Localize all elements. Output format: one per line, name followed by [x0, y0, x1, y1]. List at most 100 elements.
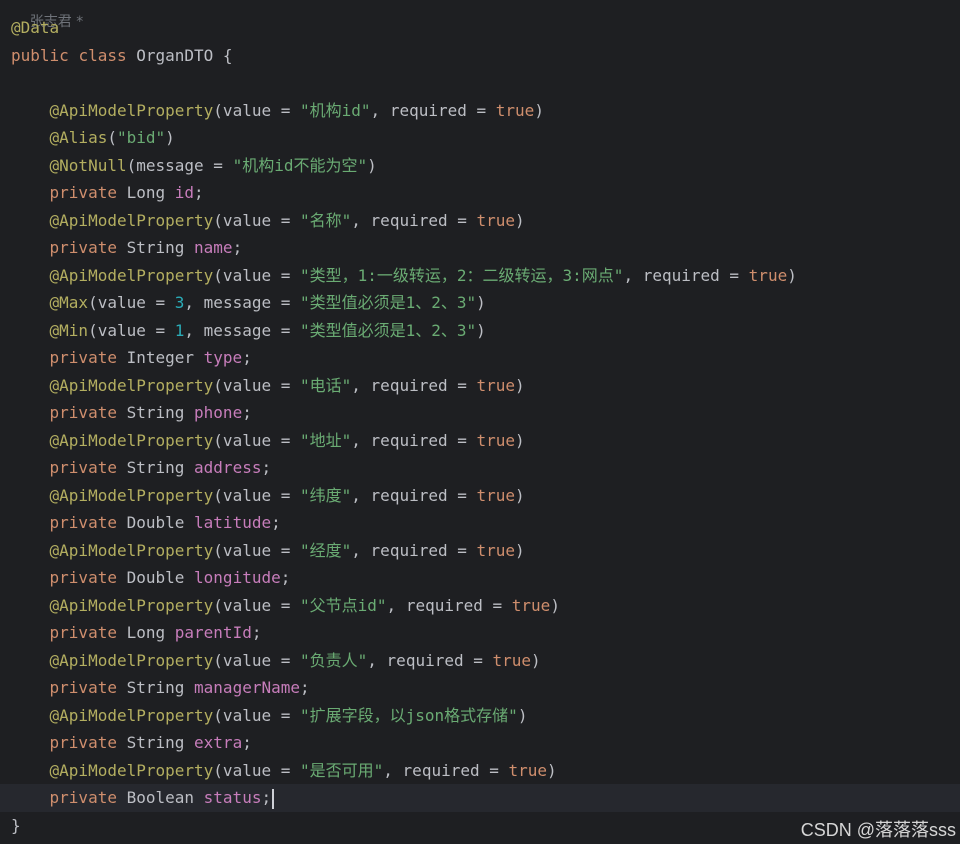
code-token-kw: private — [49, 678, 127, 697]
code-token-ann: @Min — [49, 320, 89, 340]
code-line[interactable]: private Long id; — [0, 179, 960, 207]
code-token-plain: ) — [515, 375, 525, 395]
code-line[interactable]: @ApiModelProperty(value = "是否可用", requir… — [0, 757, 960, 785]
code-editor[interactable]: 张志君 * @Data public class OrganDTO { @ApiM… — [0, 0, 960, 844]
code-token-plain: Long — [126, 623, 175, 642]
code-token-field: type — [203, 348, 243, 367]
code-line[interactable]: private Double latitude; — [0, 509, 960, 537]
code-token-plain: , required = — [623, 265, 749, 285]
code-token-kw: private — [49, 513, 127, 532]
code-token-str: "负责人" — [300, 650, 368, 670]
code-token-plain: Long — [126, 183, 175, 202]
code-line[interactable] — [0, 69, 960, 97]
code-token-plain: , required = — [370, 100, 496, 120]
code-line[interactable]: @ApiModelProperty(value = "机构id", requir… — [0, 97, 960, 125]
code-token-plain: String — [126, 458, 195, 477]
code-line[interactable]: private String managerName; — [0, 674, 960, 702]
code-token-field: address — [194, 458, 262, 477]
code-line[interactable]: private String name; — [0, 234, 960, 262]
code-token-str: "经度" — [300, 540, 352, 560]
code-line[interactable]: private Boolean status; — [0, 784, 960, 812]
code-line[interactable]: private Double longitude; — [0, 564, 960, 592]
code-token-kw: true — [476, 210, 516, 230]
code-token-field: status — [203, 788, 262, 807]
code-line[interactable]: @ApiModelProperty(value = "名称", required… — [0, 207, 960, 235]
code-token-plain: , message = — [184, 293, 300, 312]
code-token-ann: @ApiModelProperty — [49, 265, 214, 285]
code-line[interactable]: @ApiModelProperty(value = "父节点id", requi… — [0, 592, 960, 620]
code-token-plain: ; — [251, 623, 262, 642]
code-token-plain: ) — [517, 705, 528, 725]
code-line[interactable]: @Alias("bid") — [0, 124, 960, 152]
code-token-plain: ; — [271, 513, 281, 532]
code-token-plain: ) — [531, 650, 541, 670]
code-token-str: "地址" — [300, 430, 352, 450]
code-token-num: 1 — [174, 320, 185, 340]
code-token-str: "类型值必须是1、2、3" — [300, 320, 477, 340]
code-token-ann: @ApiModelProperty — [49, 705, 214, 725]
code-token-plain: ) — [515, 540, 525, 560]
code-token-kw: private — [49, 238, 127, 257]
code-line[interactable]: @ApiModelProperty(value = "扩展字段，以json格式存… — [0, 702, 960, 730]
code-token-str: "机构id" — [300, 100, 371, 120]
code-token-plain: (value = — [213, 540, 300, 560]
code-token-str: "名称" — [300, 210, 352, 230]
code-token-plain: String — [126, 403, 195, 422]
code-token-ann: @ApiModelProperty — [49, 485, 214, 505]
code-token-kw: private — [49, 458, 127, 477]
code-token-kw: true — [508, 760, 548, 780]
code-token-str: "类型值必须是1、2、3" — [300, 293, 477, 312]
code-token-plain: , required = — [351, 375, 477, 395]
code-token-kw: private — [49, 788, 127, 807]
code-token-plain: (value = — [213, 430, 300, 450]
code-line[interactable]: private Long parentId; — [0, 619, 960, 647]
code-token-str: "机构id不能为空" — [232, 155, 368, 175]
code-token-field: id — [174, 183, 195, 202]
code-token-ann: @ApiModelProperty — [49, 760, 214, 780]
code-line[interactable]: @ApiModelProperty(value = "负责人", require… — [0, 647, 960, 675]
code-token-ann: @Data — [11, 18, 60, 37]
code-token-plain: (value = — [213, 650, 300, 670]
code-token-plain: ) — [476, 293, 486, 312]
code-token-str: "是否可用" — [300, 760, 384, 780]
code-line[interactable]: private Integer type; — [0, 344, 960, 372]
code-token-ann: @ApiModelProperty — [49, 595, 214, 615]
code-token-plain: ; — [242, 348, 252, 367]
code-line[interactable]: @Max(value = 3, message = "类型值必须是1、2、3") — [0, 289, 960, 317]
code-token-plain: , required = — [351, 540, 477, 560]
code-line[interactable]: @ApiModelProperty(value = "纬度", required… — [0, 482, 960, 510]
code-line[interactable]: @ApiModelProperty(value = "经度", required… — [0, 537, 960, 565]
watermark: CSDN @落落落sss — [800, 820, 956, 840]
code-token-kw: true — [748, 265, 788, 285]
code-line[interactable]: private String extra; — [0, 729, 960, 757]
code-line[interactable]: public class OrganDTO { — [0, 42, 960, 70]
code-token-plain: (value = — [213, 375, 300, 395]
code-line[interactable]: private String phone; — [0, 399, 960, 427]
code-line[interactable]: @Min(value = 1, message = "类型值必须是1、2、3") — [0, 317, 960, 345]
code-line[interactable]: @Data — [0, 14, 960, 42]
code-line[interactable]: private String address; — [0, 454, 960, 482]
code-token-ann: @Max — [49, 293, 89, 312]
code-token-ann: @ApiModelProperty — [49, 430, 214, 450]
code-line[interactable]: @NotNull(message = "机构id不能为空") — [0, 152, 960, 180]
code-token-plain: , required = — [351, 210, 477, 230]
code-token-plain: (value = — [213, 595, 300, 615]
code-token-kw: true — [476, 375, 516, 395]
code-line[interactable]: @ApiModelProperty(value = "类型，1:一级转运，2：二… — [0, 262, 960, 290]
code-token-plain: (value = — [213, 485, 300, 505]
code-token-plain: , required = — [386, 595, 512, 615]
code-token-plain: , required = — [351, 485, 477, 505]
code-token-kw: private — [49, 348, 127, 367]
code-line[interactable]: @ApiModelProperty(value = "电话", required… — [0, 372, 960, 400]
code-line[interactable]: @ApiModelProperty(value = "地址", required… — [0, 427, 960, 455]
code-token-plain: Integer — [126, 348, 204, 367]
